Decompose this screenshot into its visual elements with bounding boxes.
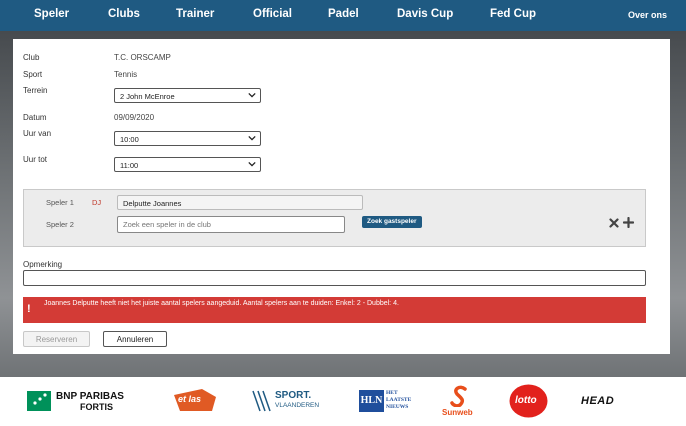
nav-davis-cup[interactable]: Davis Cup (397, 8, 453, 20)
sport-label: Sport (23, 70, 43, 79)
nav-trainer[interactable]: Trainer (176, 8, 214, 20)
sport-line1: SPORT. (275, 390, 312, 401)
nav-over-ons[interactable]: Over ons (628, 10, 667, 20)
opmerking-input[interactable] (23, 270, 646, 286)
uur-van-select-value: 10:00 (120, 135, 139, 144)
bnp-line2: FORTIS (80, 402, 113, 412)
reservation-panel: Club T.C. ORSCAMP Sport Tennis Terrein 2… (13, 39, 670, 354)
reserveren-button[interactable]: Reserveren (23, 331, 90, 347)
uur-van-select[interactable]: 10:00 (114, 131, 261, 146)
terrein-select[interactable]: 2 John McEnroe (114, 88, 261, 103)
zoek-gastspeler-button[interactable]: Zoek gastspeler (362, 216, 422, 228)
terrein-label: Terrein (23, 86, 48, 95)
nav-speler[interactable]: Speler (34, 8, 69, 20)
hln-logo[interactable]: HLN HET LAATSTE NIEUWS (359, 390, 411, 412)
hln-line3: NIEUWS (386, 404, 409, 410)
error-message: Joannes Delputte heeft niet het juiste a… (44, 300, 399, 307)
add-icon[interactable] (623, 217, 634, 228)
chevron-down-icon (248, 92, 256, 98)
hln-mark: HLN (359, 390, 384, 412)
players-box: Speler 1 DJ Delputte Joannes Speler 2 Zo… (23, 189, 646, 247)
speler1-tag: DJ (92, 198, 102, 207)
etlas-logo[interactable]: et las (172, 387, 218, 413)
datum-label: Datum (23, 113, 47, 122)
sunweb-sun-icon (450, 385, 467, 407)
uur-tot-select-value: 11:00 (120, 161, 139, 170)
speler2-search-input[interactable] (117, 216, 345, 233)
club-label: Club (23, 53, 40, 62)
annuleren-button[interactable]: Annuleren (103, 331, 167, 347)
bnp-stars-icon (27, 391, 51, 411)
uur-tot-select[interactable]: 11:00 (114, 157, 261, 172)
lotto-text: lotto (515, 395, 537, 406)
uur-tot-label: Uur tot (23, 155, 48, 164)
speler1-field: Delputte Joannes (117, 195, 363, 210)
opmerking-label: Opmerking (23, 260, 63, 269)
etlas-text: et las (178, 394, 202, 404)
bnp-line1: BNP PARIBAS (56, 391, 124, 402)
sport-line2: VLAANDEREN (275, 402, 320, 409)
club-value: T.C. ORSCAMP (114, 53, 171, 62)
exclamation-icon: ! (27, 303, 31, 315)
sunweb-logo[interactable]: Sunweb (440, 383, 480, 421)
nav-fed-cup[interactable]: Fed Cup (490, 8, 536, 20)
head-logo[interactable]: HEAD (581, 395, 614, 407)
sponsor-bar: BNP PARIBAS FORTIS et las SPORT. VLAANDE… (0, 377, 686, 426)
chevron-down-icon (248, 161, 256, 167)
uur-van-label: Uur van (23, 129, 52, 138)
lotto-logo[interactable]: lotto (509, 384, 548, 418)
nav-official[interactable]: Official (253, 8, 292, 20)
top-navigation: Speler Clubs Trainer Official Padel Davi… (0, 0, 686, 31)
hln-line2: LAATSTE (386, 397, 412, 403)
remove-icon[interactable] (609, 218, 619, 228)
nav-clubs[interactable]: Clubs (108, 8, 140, 20)
sunweb-text: Sunweb (442, 408, 473, 417)
hln-line1: HET (386, 390, 398, 396)
chevron-down-icon (248, 135, 256, 141)
speler1-label: Speler 1 (46, 198, 74, 207)
sport-value: Tennis (114, 70, 138, 79)
sport-vlaanderen-icon (252, 390, 271, 412)
datum-value: 09/09/2020 (114, 113, 155, 122)
error-alert: ! Joannes Delputte heeft niet het juiste… (23, 297, 646, 323)
speler2-label: Speler 2 (46, 220, 74, 229)
terrein-select-value: 2 John McEnroe (120, 92, 175, 101)
nav-padel[interactable]: Padel (328, 8, 359, 20)
